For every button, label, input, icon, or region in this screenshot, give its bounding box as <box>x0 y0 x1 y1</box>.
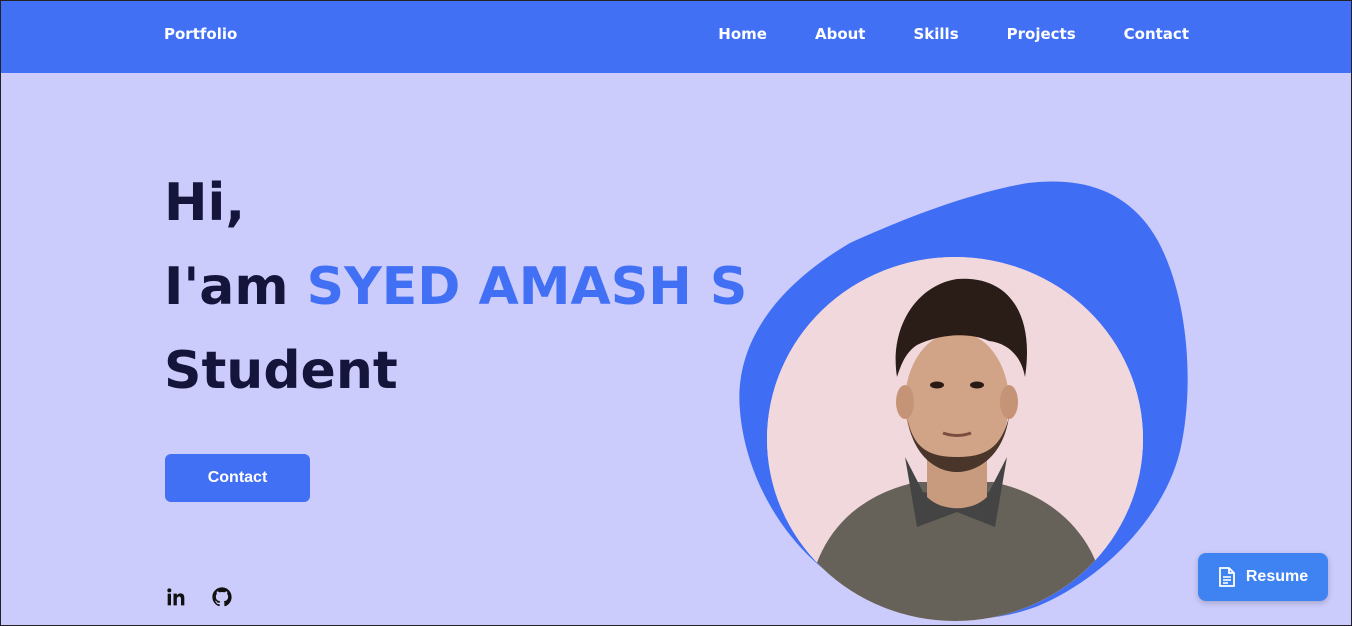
nav-projects[interactable]: Projects <box>1007 25 1076 43</box>
linkedin-icon[interactable] <box>164 585 188 609</box>
page: Portfolio Home About Skills Projects Con… <box>0 0 1352 626</box>
navbar: Portfolio Home About Skills Projects Con… <box>1 1 1351 73</box>
resume-label: Resume <box>1245 568 1309 585</box>
social-links <box>164 585 234 609</box>
nav-skills[interactable]: Skills <box>913 25 958 43</box>
profile-photo <box>767 257 1143 621</box>
github-icon[interactable] <box>210 585 234 609</box>
nav-contact[interactable]: Contact <box>1124 25 1189 43</box>
hero-intro: I'am SYED AMASH S <box>164 261 747 313</box>
nav-about[interactable]: About <box>815 25 866 43</box>
hero-intro-prefix: I'am <box>164 257 289 317</box>
hero-greeting: Hi, <box>164 173 246 233</box>
nav-menu: Home About Skills Projects Contact <box>718 25 1189 43</box>
nav-home[interactable]: Home <box>718 25 767 43</box>
brand-logo[interactable]: Portfolio <box>164 25 237 43</box>
hero-name: SYED AMASH S <box>306 257 748 317</box>
resume-button[interactable]: Resume <box>1198 553 1328 601</box>
document-icon <box>1218 567 1235 587</box>
contact-button[interactable]: Contact <box>165 454 310 502</box>
hero-role: Student <box>164 341 398 401</box>
